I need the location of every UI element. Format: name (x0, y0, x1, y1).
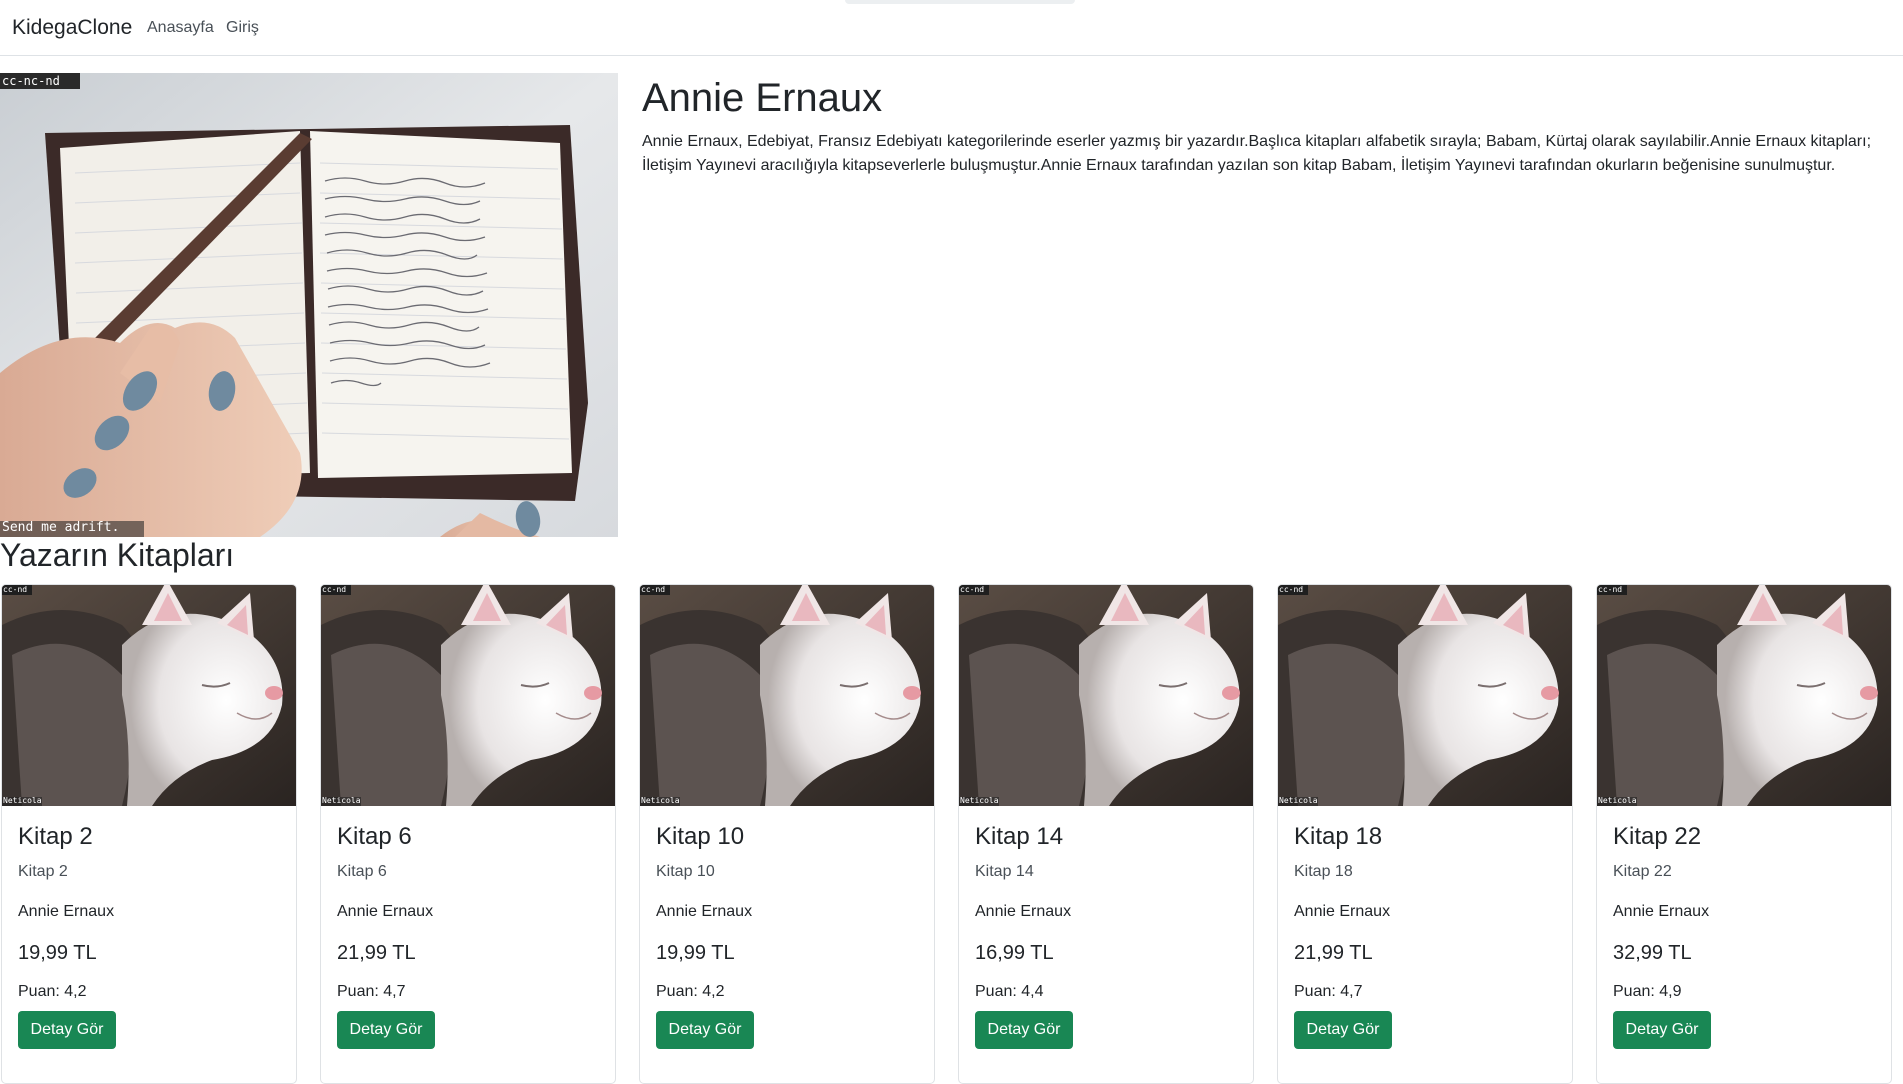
nav-link-home[interactable]: Anasayfa (147, 19, 214, 37)
kittens-photo (1278, 585, 1572, 806)
book-card-list: cc-nd Neticola Kitap 2 Kitap 2 Annie Ern… (0, 584, 1903, 1084)
top-handle (845, 0, 1075, 4)
cover-watermark-top: cc-nd (322, 585, 347, 594)
book-card: cc-nd Neticola Kitap 6 Kitap 6 Annie Ern… (320, 584, 616, 1084)
book-cover-image: cc-nd Neticola (959, 585, 1253, 806)
book-rating: Puan: 4,2 (18, 983, 87, 1000)
book-title: Kitap 22 (1613, 823, 1702, 850)
book-card: cc-nd Neticola Kitap 2 Kitap 2 Annie Ern… (1, 584, 297, 1084)
brand-link[interactable]: KidegaClone (12, 16, 132, 40)
book-cover-image: cc-nd Neticola (1278, 585, 1572, 806)
books-section-title: Yazarın Kitapları (0, 537, 235, 573)
book-subtitle: Kitap 22 (1613, 863, 1672, 880)
view-details-button[interactable]: Detay Gör (656, 1011, 754, 1049)
view-details-button[interactable]: Detay Gör (975, 1011, 1073, 1049)
book-cover-image: cc-nd Neticola (640, 585, 934, 806)
kittens-photo (640, 585, 934, 806)
book-subtitle: Kitap 2 (18, 863, 68, 880)
author-image: cc-nc-nd Send me adrift. (0, 73, 618, 537)
cover-watermark-bottom: Neticola (960, 796, 999, 805)
book-card: cc-nd Neticola Kitap 10 Kitap 10 Annie E… (639, 584, 935, 1084)
book-title: Kitap 2 (18, 823, 93, 850)
book-price: 16,99 TL (975, 942, 1054, 964)
cover-watermark-bottom: Neticola (1279, 796, 1318, 805)
book-author: Annie Ernaux (975, 903, 1072, 920)
book-card: cc-nd Neticola Kitap 14 Kitap 14 Annie E… (958, 584, 1254, 1084)
view-details-button[interactable]: Detay Gör (1294, 1011, 1392, 1049)
kittens-photo (959, 585, 1253, 806)
book-cover-image: cc-nd Neticola (1597, 585, 1891, 806)
book-cover-image: cc-nd Neticola (2, 585, 296, 806)
cover-watermark-bottom: Neticola (322, 796, 361, 805)
kittens-photo (321, 585, 615, 806)
image-watermark-bottom: Send me adrift. (2, 520, 120, 535)
book-subtitle: Kitap 10 (656, 863, 715, 880)
book-author: Annie Ernaux (1294, 903, 1391, 920)
book-rating: Puan: 4,7 (337, 983, 406, 1000)
book-price: 19,99 TL (18, 942, 97, 964)
book-author: Annie Ernaux (337, 903, 434, 920)
view-details-button[interactable]: Detay Gör (18, 1011, 116, 1049)
book-title: Kitap 10 (656, 823, 745, 850)
kittens-photo (2, 585, 296, 806)
book-rating: Puan: 4,4 (975, 983, 1044, 1000)
cover-watermark-top: cc-nd (1279, 585, 1304, 594)
cover-watermark-top: cc-nd (641, 585, 666, 594)
book-rating: Puan: 4,9 (1613, 983, 1682, 1000)
book-author: Annie Ernaux (18, 903, 115, 920)
book-price: 21,99 TL (337, 942, 416, 964)
navbar: KidegaClone Anasayfa Giriş (0, 0, 1903, 56)
book-title: Kitap 14 (975, 823, 1064, 850)
cover-watermark-top: cc-nd (1598, 585, 1623, 594)
book-price: 32,99 TL (1613, 942, 1692, 964)
book-subtitle: Kitap 6 (337, 863, 387, 880)
cover-watermark-top: cc-nd (960, 585, 985, 594)
book-subtitle: Kitap 14 (975, 863, 1034, 880)
notebook-hand-photo (0, 73, 618, 537)
book-author: Annie Ernaux (656, 903, 753, 920)
book-author: Annie Ernaux (1613, 903, 1710, 920)
book-title: Kitap 18 (1294, 823, 1383, 850)
book-price: 19,99 TL (656, 942, 735, 964)
cover-watermark-bottom: Neticola (1598, 796, 1637, 805)
author-bio: Annie Ernaux, Edebiyat, Fransız Edebiyat… (642, 133, 1872, 174)
cover-watermark-top: cc-nd (3, 585, 28, 594)
book-rating: Puan: 4,2 (656, 983, 725, 1000)
view-details-button[interactable]: Detay Gör (1613, 1011, 1711, 1049)
book-cover-image: cc-nd Neticola (321, 585, 615, 806)
image-watermark-top: cc-nc-nd (2, 74, 60, 88)
book-card: cc-nd Neticola Kitap 18 Kitap 18 Annie E… (1277, 584, 1573, 1084)
view-details-button[interactable]: Detay Gör (337, 1011, 435, 1049)
book-subtitle: Kitap 18 (1294, 863, 1353, 880)
kittens-photo (1597, 585, 1891, 806)
nav-link-login[interactable]: Giriş (226, 19, 259, 37)
author-name: Annie Ernaux (642, 76, 883, 120)
book-price: 21,99 TL (1294, 942, 1373, 964)
book-rating: Puan: 4,7 (1294, 983, 1363, 1000)
book-title: Kitap 6 (337, 823, 412, 850)
cover-watermark-bottom: Neticola (641, 796, 680, 805)
book-card: cc-nd Neticola Kitap 22 Kitap 22 Annie E… (1596, 584, 1892, 1084)
cover-watermark-bottom: Neticola (3, 796, 42, 805)
